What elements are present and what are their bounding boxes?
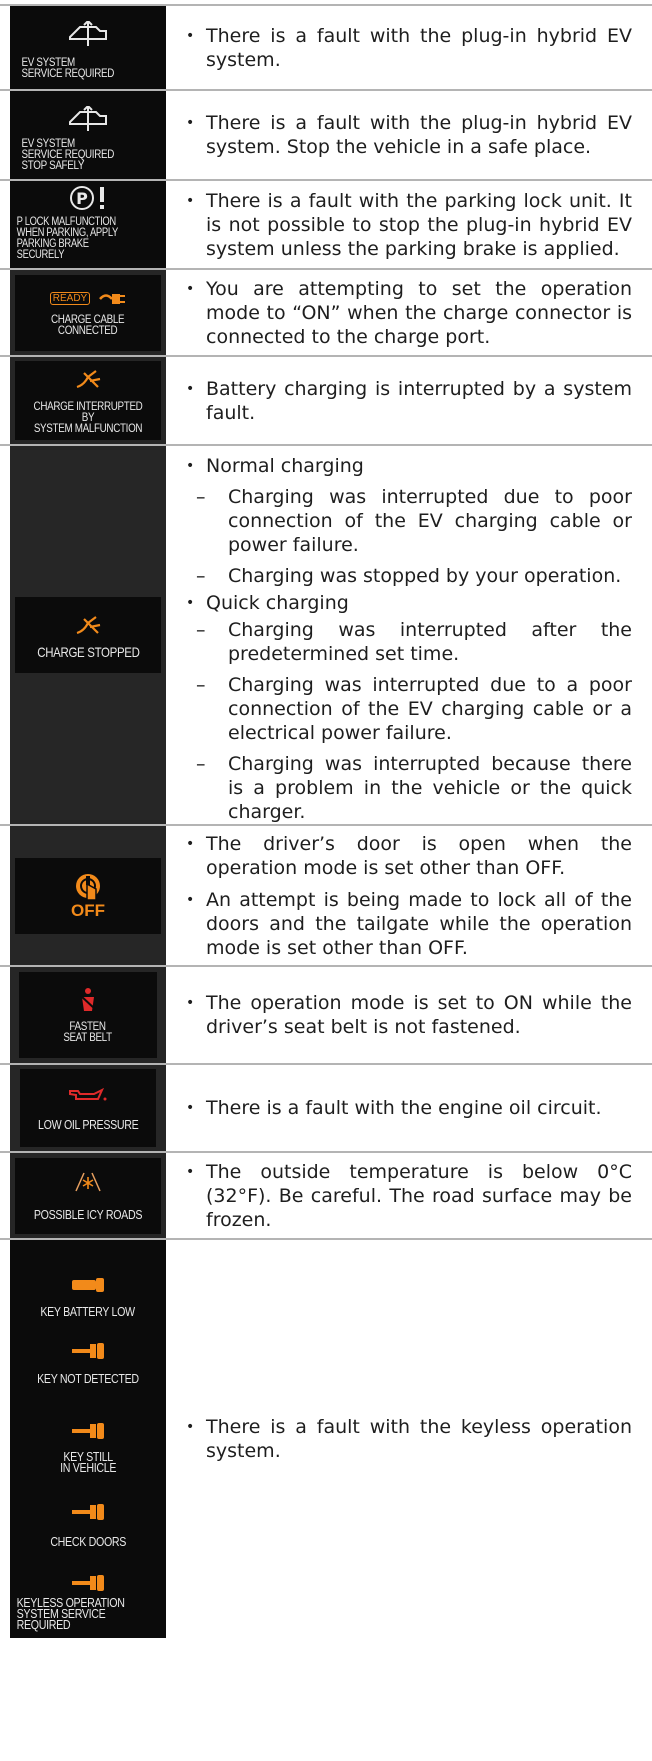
table-row: LOW OIL PRESSURE There is a fault with t… bbox=[0, 1065, 652, 1153]
panel-caption: LOW OIL PRESSURE bbox=[37, 1116, 139, 1132]
icon-cell: KEY BATTERY LOW KEY NOT DETECTED KEY STI… bbox=[0, 1240, 166, 1638]
parking-lock-warning-icon: P bbox=[66, 185, 110, 211]
table-row: FASTEN SEAT BELT The operation mode is s… bbox=[0, 967, 652, 1065]
warning-panel: EV SYSTEM SERVICE REQUIRED bbox=[15, 10, 161, 85]
description-cell: Battery charging is interrupted by a sys… bbox=[166, 357, 652, 444]
table-row: POSSIBLE ICY ROADS The outside temperatu… bbox=[0, 1153, 652, 1240]
icon-cell: LOW OIL PRESSURE bbox=[0, 1065, 166, 1151]
table-row: EV SYSTEM SERVICE REQUIRED There is a fa… bbox=[0, 4, 652, 91]
key-fob-icon bbox=[70, 1573, 106, 1593]
description-bullet: You are attempting to set the operation … bbox=[186, 277, 632, 349]
quick-charging-item: Charging was interrupted after the prede… bbox=[196, 618, 632, 666]
key-not-detected-panel: KEY NOT DETECTED bbox=[15, 1324, 161, 1387]
ev-system-warning-icon bbox=[66, 106, 110, 132]
warning-panel: LOW OIL PRESSURE bbox=[20, 1069, 156, 1147]
table-row: READY CHARGE CABLE CONNECTED You are att… bbox=[0, 270, 652, 357]
icon-cell: P P LOCK MALFUNCTION WHEN PARKING, APPLY… bbox=[0, 181, 166, 268]
key-battery-panel: KEY BATTERY LOW bbox=[15, 1250, 161, 1319]
description-bullet: There is a fault with the plug-in hybrid… bbox=[186, 24, 632, 72]
description-cell: You are attempting to set the operation … bbox=[166, 270, 652, 355]
warning-panel: P P LOCK MALFUNCTION WHEN PARKING, APPLY… bbox=[15, 185, 161, 264]
description-cell: There is a fault with the keyless operat… bbox=[166, 1240, 652, 1638]
charge-interrupted-icon bbox=[74, 367, 102, 391]
panel-caption: KEYLESS OPERATION SYSTEM SERVICE REQUIRE… bbox=[16, 1595, 125, 1633]
key-fob-icon bbox=[70, 1421, 106, 1441]
table-row: CHARGE STOPPED Normal charging Charging … bbox=[0, 446, 652, 826]
table-row: OFF The driver’s door is open when the o… bbox=[0, 826, 652, 967]
keyless-service-panel: KEYLESS OPERATION SYSTEM SERVICE REQUIRE… bbox=[15, 1555, 161, 1635]
oil-can-icon bbox=[68, 1087, 108, 1103]
icy-road-icon bbox=[74, 1171, 102, 1193]
ready-badge: READY bbox=[49, 292, 91, 305]
charge-interrupted-icon bbox=[74, 613, 102, 637]
warning-panel: CHARGE INTERRUPTED BY SYSTEM MALFUNCTION bbox=[15, 361, 161, 440]
svg-text:P: P bbox=[76, 189, 88, 208]
ready-charge-plug-icon: READY bbox=[49, 290, 126, 308]
table-row: P P LOCK MALFUNCTION WHEN PARKING, APPLY… bbox=[0, 181, 652, 270]
panel-caption: KEY STILL IN VEHICLE bbox=[60, 1448, 116, 1475]
quick-charging-heading: Quick charging bbox=[186, 591, 632, 615]
icon-cell: EV SYSTEM SERVICE REQUIRED STOP SAFELY bbox=[0, 91, 166, 179]
icon-cell: FASTEN SEAT BELT bbox=[0, 967, 166, 1063]
icon-cell: CHARGE INTERRUPTED BY SYSTEM MALFUNCTION bbox=[0, 357, 166, 444]
key-fob-icon bbox=[70, 1341, 106, 1361]
description-cell: The driver’s door is open when the opera… bbox=[166, 826, 652, 965]
panel-caption: P LOCK MALFUNCTION WHEN PARKING, APPLY P… bbox=[16, 216, 119, 261]
description-cell: There is a fault with the plug-in hybrid… bbox=[166, 91, 652, 179]
icon-cell: EV SYSTEM SERVICE REQUIRED bbox=[0, 6, 166, 89]
panel-caption: POSSIBLE ICY ROADS bbox=[33, 1207, 143, 1222]
seat-belt-icon bbox=[76, 987, 100, 1013]
panel-caption: EV SYSTEM SERVICE REQUIRED bbox=[21, 55, 115, 80]
off-label: OFF bbox=[71, 900, 105, 920]
quick-charging-item: Charging was interrupted due to a poor c… bbox=[196, 673, 632, 745]
key-fob-icon bbox=[70, 1502, 106, 1522]
warning-panel: POSSIBLE ICY ROADS bbox=[15, 1157, 161, 1234]
table-row: KEY BATTERY LOW KEY NOT DETECTED KEY STI… bbox=[0, 1240, 652, 1638]
normal-charging-item: Charging was stopped by your operation. bbox=[196, 564, 632, 588]
warning-panel: CHARGE STOPPED bbox=[15, 597, 161, 673]
description-bullet: Battery charging is interrupted by a sys… bbox=[186, 377, 632, 425]
icon-cell: POSSIBLE ICY ROADS bbox=[0, 1153, 166, 1238]
panel-caption: CHARGE INTERRUPTED BY SYSTEM MALFUNCTION bbox=[33, 399, 143, 435]
icon-cell: OFF bbox=[0, 826, 166, 965]
description-cell: The operation mode is set to ON while th… bbox=[166, 967, 652, 1063]
panel-caption: FASTEN SEAT BELT bbox=[63, 1019, 113, 1044]
ev-system-warning-icon bbox=[66, 21, 110, 47]
description-bullet: An attempt is being made to lock all of … bbox=[186, 888, 632, 960]
description-cell: There is a fault with the plug-in hybrid… bbox=[166, 6, 652, 89]
key-battery-icon bbox=[70, 1276, 106, 1294]
panel-caption: CHECK DOORS bbox=[50, 1534, 126, 1550]
warning-panel: EV SYSTEM SERVICE REQUIRED STOP SAFELY bbox=[15, 95, 161, 175]
description-bullet: The operation mode is set to ON while th… bbox=[186, 991, 632, 1039]
key-still-in-vehicle-panel: KEY STILL IN VEHICLE bbox=[15, 1392, 161, 1475]
description-bullet: The outside temperature is below 0°C (32… bbox=[186, 1160, 632, 1232]
description-cell: There is a fault with the parking lock u… bbox=[166, 181, 652, 268]
warning-panel: OFF bbox=[15, 857, 161, 934]
description-cell: Normal charging Charging was interrupted… bbox=[166, 446, 652, 824]
warning-panel: FASTEN SEAT BELT bbox=[19, 972, 157, 1058]
panel-caption: KEY NOT DETECTED bbox=[37, 1371, 139, 1387]
description-cell: There is a fault with the engine oil cir… bbox=[166, 1065, 652, 1151]
description-bullet: There is a fault with the parking lock u… bbox=[186, 189, 632, 261]
check-doors-panel: CHECK DOORS bbox=[15, 1480, 161, 1550]
description-bullet: There is a fault with the keyless operat… bbox=[186, 1415, 632, 1463]
warning-messages-table: EV SYSTEM SERVICE REQUIRED There is a fa… bbox=[0, 4, 652, 1638]
normal-charging-heading: Normal charging bbox=[186, 454, 632, 478]
warning-panel: READY CHARGE CABLE CONNECTED bbox=[15, 274, 161, 351]
power-off-hand-icon bbox=[72, 872, 104, 902]
panel-caption: CHARGE STOPPED bbox=[36, 643, 140, 660]
description-bullet: There is a fault with the plug-in hybrid… bbox=[186, 111, 632, 159]
panel-caption: CHARGE CABLE CONNECTED bbox=[51, 311, 125, 337]
panel-caption: KEY BATTERY LOW bbox=[40, 1303, 136, 1319]
normal-charging-item: Charging was interrupted due to poor con… bbox=[196, 485, 632, 557]
icon-cell: READY CHARGE CABLE CONNECTED bbox=[0, 270, 166, 355]
table-row: EV SYSTEM SERVICE REQUIRED STOP SAFELY T… bbox=[0, 91, 652, 181]
panel-caption: EV SYSTEM SERVICE REQUIRED STOP SAFELY bbox=[21, 136, 115, 172]
description-bullet: There is a fault with the engine oil cir… bbox=[186, 1096, 632, 1120]
description-cell: The outside temperature is below 0°C (32… bbox=[166, 1153, 652, 1238]
icon-cell: CHARGE STOPPED bbox=[0, 446, 166, 824]
description-bullet: The driver’s door is open when the opera… bbox=[186, 832, 632, 880]
quick-charging-item: Charging was interrupted because there i… bbox=[196, 752, 632, 824]
table-row: CHARGE INTERRUPTED BY SYSTEM MALFUNCTION… bbox=[0, 357, 652, 446]
